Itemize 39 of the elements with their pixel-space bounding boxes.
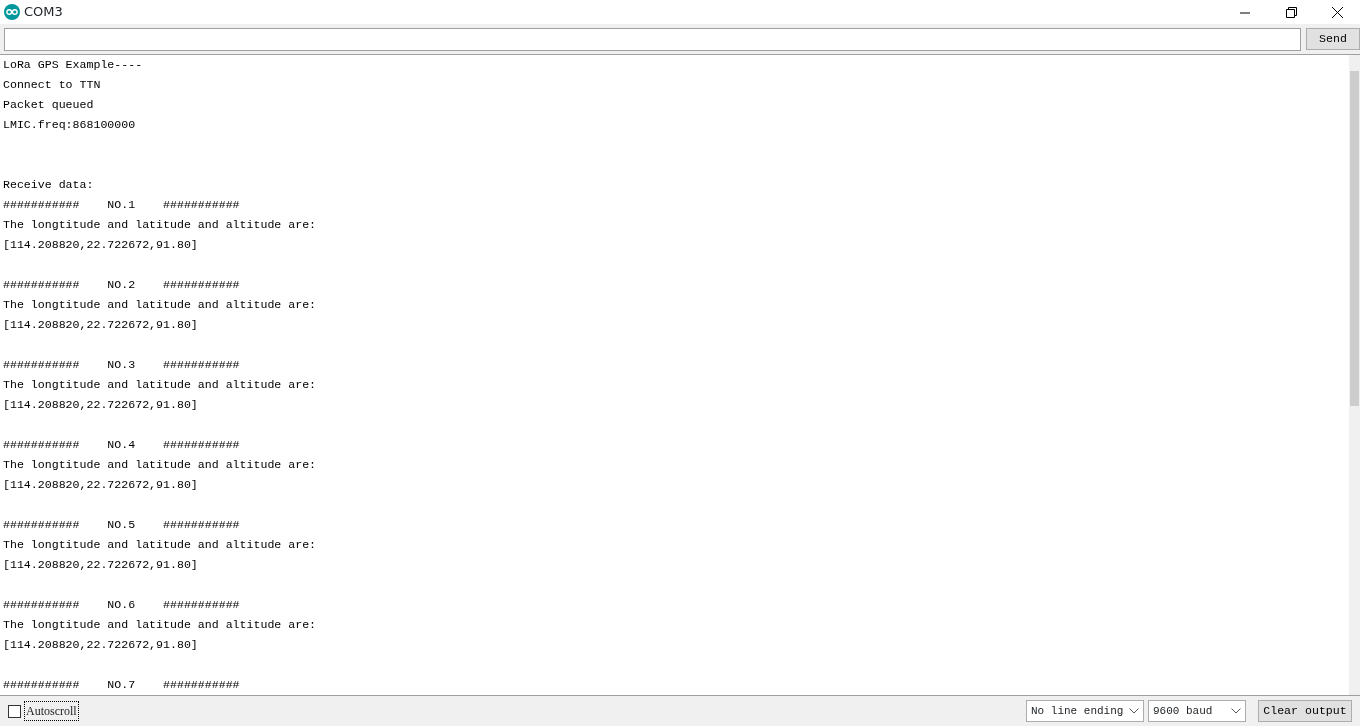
scrollbar[interactable] xyxy=(1349,55,1360,695)
output-line: [114.208820,22.722672,91.80] xyxy=(3,557,199,573)
output-line: [114.208820,22.722672,91.80] xyxy=(3,477,199,493)
output-line: ########### NO.5 ########### xyxy=(3,517,241,533)
output-line: LoRa GPS Example---- xyxy=(3,57,144,73)
output-line: The longtitude and latitude and altitude are: xyxy=(3,457,318,473)
clear-output-button[interactable]: Clear output xyxy=(1258,700,1352,722)
line-ending-dropdown[interactable]: No line ending xyxy=(1026,700,1144,722)
output-line: The longtitude and latitude and altitude are: xyxy=(3,537,318,553)
window-title: COM3 xyxy=(24,3,63,22)
output-line: ########### NO.3 ########### xyxy=(3,357,241,373)
message-input-field[interactable] xyxy=(4,27,1301,51)
output-line: The longtitude and latitude and altitude are: xyxy=(3,217,318,233)
restore-icon xyxy=(1285,6,1297,18)
output-line: ########### NO.6 ########### xyxy=(3,597,241,613)
caret-icon xyxy=(1231,708,1241,714)
output-line: Receive data: xyxy=(3,177,95,193)
output-line: Packet queued xyxy=(3,97,95,113)
output-line: ########### NO.7 ########### xyxy=(3,677,241,693)
output-line: ########### NO.4 ########### xyxy=(3,437,241,453)
autoscroll-checkbox[interactable] xyxy=(8,704,21,718)
app-logo-icon xyxy=(4,4,20,20)
output-line: The longtitude and latitude and altitude are: xyxy=(3,617,318,633)
baud-rate-dropdown[interactable]: 9600 baud xyxy=(1148,700,1246,722)
output-line: [114.208820,22.722672,91.80] xyxy=(3,397,199,413)
output-line: The longtitude and latitude and altitude are: xyxy=(3,377,318,393)
output-line: [114.208820,22.722672,91.80] xyxy=(3,317,199,333)
close-icon xyxy=(1331,6,1343,18)
autoscroll-label: Autoscroll xyxy=(25,702,78,720)
output-line: ########### NO.2 ########### xyxy=(3,277,241,293)
output-line: LMIC.freq:868100000 xyxy=(3,117,137,133)
output-line: Connect to TTN xyxy=(3,77,102,93)
output-line: ########### NO.1 ########### xyxy=(3,197,241,213)
caret-icon xyxy=(1129,708,1139,714)
output-line: [114.208820,22.722672,91.80] xyxy=(3,637,199,653)
scrollbar-thumb[interactable] xyxy=(1350,71,1359,406)
send-button[interactable]: Send xyxy=(1306,28,1360,50)
output-line: [114.208820,22.722672,91.80] xyxy=(3,237,199,253)
output-line: The longtitude and latitude and altitude are: xyxy=(3,297,318,313)
